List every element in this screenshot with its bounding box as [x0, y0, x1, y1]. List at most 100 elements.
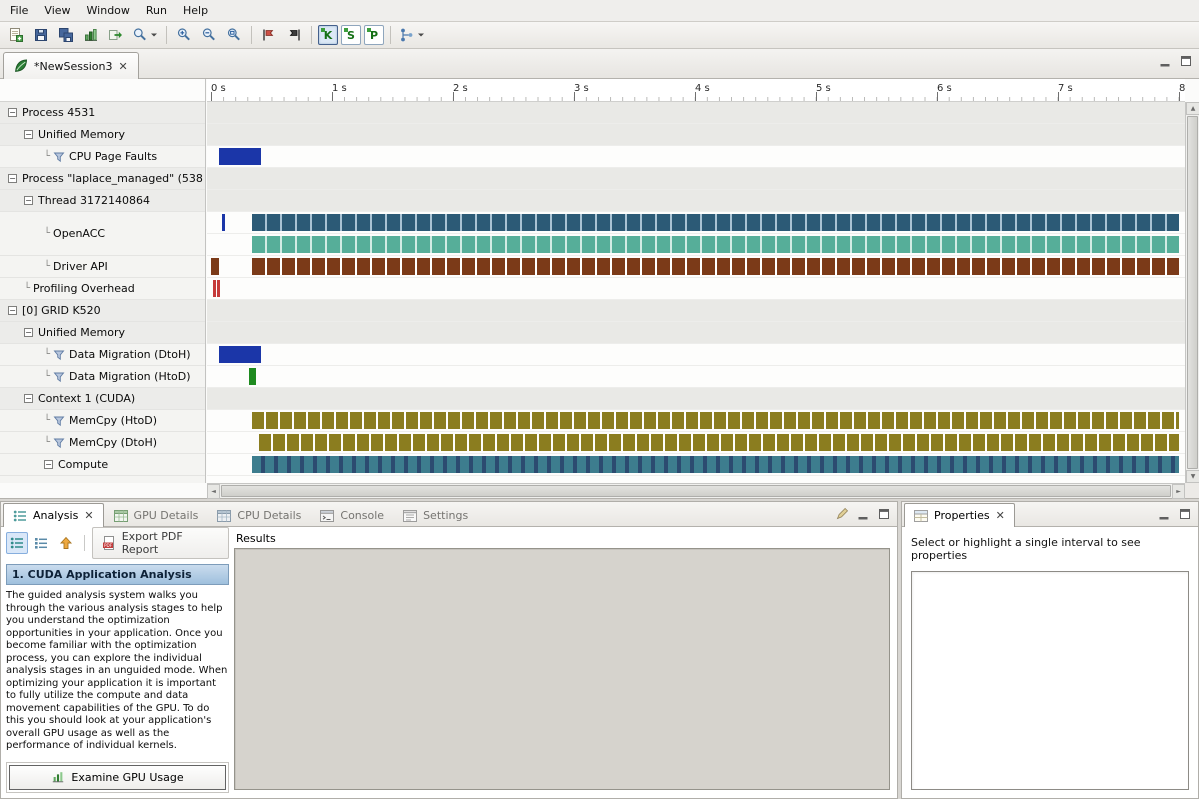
- menu-view[interactable]: View: [36, 1, 78, 20]
- maximize-icon[interactable]: [877, 507, 891, 521]
- row-openacc[interactable]: └OpenACC: [0, 212, 205, 256]
- row-memcpy-dtoh[interactable]: └MemCpy (DtoH): [0, 432, 205, 454]
- maximize-icon[interactable]: [1179, 54, 1193, 68]
- row-unified-memory[interactable]: −Unified Memory: [0, 124, 205, 146]
- row-data-migration-dtoh[interactable]: └Data Migration (DtoH): [0, 344, 205, 366]
- export-profile-icon[interactable]: [104, 23, 128, 47]
- save-all-icon[interactable]: [54, 23, 78, 47]
- timeline-interval[interactable]: [252, 214, 1179, 231]
- timeline-lane[interactable]: [207, 102, 1185, 124]
- row-profiling-overhead[interactable]: └Profiling Overhead: [0, 278, 205, 300]
- timeline-lane[interactable]: [207, 300, 1185, 322]
- zoom-out-icon[interactable]: [197, 23, 221, 47]
- menu-window[interactable]: Window: [79, 1, 138, 20]
- minimize-icon[interactable]: [1157, 507, 1171, 521]
- collapse-toggle-icon[interactable]: −: [24, 328, 33, 337]
- timeline-interval[interactable]: [213, 280, 216, 297]
- collapse-toggle-icon[interactable]: −: [24, 394, 33, 403]
- new-session-icon[interactable]: [4, 23, 28, 47]
- maximize-icon[interactable]: [1178, 507, 1192, 521]
- timeline-interval[interactable]: [222, 214, 225, 231]
- scrollbar-thumb[interactable]: [221, 485, 1171, 497]
- timeline-interval[interactable]: [252, 258, 1179, 275]
- examine-gpu-usage-button[interactable]: Examine GPU Usage: [9, 765, 226, 790]
- timeline-interval[interactable]: [219, 346, 260, 363]
- view-menu-icon[interactable]: [835, 507, 849, 521]
- row-thread-3172140864[interactable]: −Thread 3172140864: [0, 190, 205, 212]
- row-compute[interactable]: −Compute: [0, 454, 205, 476]
- export-pdf-button[interactable]: PDF Export PDF Report: [92, 527, 229, 559]
- vertical-scrollbar[interactable]: ▲ ▼: [1185, 102, 1199, 483]
- zoom-mode-icon[interactable]: [129, 23, 161, 47]
- timeline-lane[interactable]: [207, 256, 1185, 278]
- row-unified-memory[interactable]: −Unified Memory: [0, 322, 205, 344]
- collapse-toggle-icon[interactable]: −: [8, 108, 17, 117]
- close-icon[interactable]: ✕: [995, 510, 1006, 521]
- collapse-toggle-icon[interactable]: −: [8, 174, 17, 183]
- prev-range-icon[interactable]: [257, 23, 281, 47]
- scroll-up-icon[interactable]: ▲: [1186, 102, 1199, 115]
- timeline-lane[interactable]: [207, 234, 1185, 256]
- scroll-down-icon[interactable]: ▼: [1186, 470, 1199, 483]
- close-icon[interactable]: ✕: [83, 510, 94, 521]
- row-data-migration-htod[interactable]: └Data Migration (HtoD): [0, 366, 205, 388]
- close-icon[interactable]: ✕: [117, 61, 128, 72]
- scrollbar-thumb[interactable]: [1187, 116, 1198, 469]
- collapse-toggle-icon[interactable]: −: [24, 196, 33, 205]
- row-process-4531[interactable]: −Process 4531: [0, 102, 205, 124]
- timeline-lane[interactable]: [207, 146, 1185, 168]
- timeline-lane[interactable]: [207, 432, 1185, 454]
- timeline-interval[interactable]: [219, 148, 260, 165]
- timeline-lane[interactable]: [207, 322, 1185, 344]
- tab-gpu-details[interactable]: GPU Details: [104, 504, 208, 526]
- tab-analysis[interactable]: Analysis✕: [3, 503, 104, 527]
- collapse-toggle-icon[interactable]: −: [24, 130, 33, 139]
- tab-console[interactable]: Console: [310, 504, 393, 526]
- tab-cpu-details[interactable]: CPU Details: [207, 504, 310, 526]
- timeline-lane[interactable]: [207, 168, 1185, 190]
- stream-toggle[interactable]: S: [341, 25, 361, 45]
- time-ruler[interactable]: 0 s1 s2 s3 s4 s5 s6 s7 s8 s: [207, 79, 1185, 102]
- tab-properties[interactable]: Properties✕: [904, 503, 1015, 527]
- timeline-interval[interactable]: [217, 280, 220, 297]
- horizontal-scrollbar[interactable]: ◄ ►: [207, 483, 1185, 498]
- timeline-lane[interactable]: [207, 366, 1185, 388]
- timeline-lane[interactable]: [207, 212, 1185, 234]
- collapse-all-icon[interactable]: [55, 532, 77, 554]
- zoom-in-icon[interactable]: [172, 23, 196, 47]
- timeline-lane[interactable]: [207, 344, 1185, 366]
- timeline-interval[interactable]: [211, 258, 219, 275]
- kernel-toggle[interactable]: K: [318, 25, 338, 45]
- row-cpu-page-faults[interactable]: └CPU Page Faults: [0, 146, 205, 168]
- timeline-lane[interactable]: [207, 278, 1185, 300]
- collapse-toggle-icon[interactable]: −: [44, 460, 53, 469]
- tab-session[interactable]: *NewSession3 ✕: [3, 52, 139, 79]
- timeline-canvas[interactable]: 0 s1 s2 s3 s4 s5 s6 s7 s8 s: [207, 79, 1185, 483]
- menu-help[interactable]: Help: [175, 1, 216, 20]
- timeline-lane[interactable]: [207, 388, 1185, 410]
- timeline-interval[interactable]: [249, 368, 256, 385]
- timeline-interval[interactable]: [252, 236, 1179, 253]
- timeline-lane[interactable]: [207, 410, 1185, 432]
- timeline-lane[interactable]: [207, 454, 1185, 476]
- collapse-toggle-icon[interactable]: −: [8, 306, 17, 315]
- timeline-interval[interactable]: [259, 434, 1179, 451]
- timeline-lane[interactable]: [207, 190, 1185, 212]
- unguided-analysis-icon[interactable]: [31, 532, 53, 554]
- row-driver-api[interactable]: └Driver API: [0, 256, 205, 278]
- scroll-left-icon[interactable]: ◄: [207, 484, 220, 499]
- scroll-right-icon[interactable]: ►: [1172, 484, 1185, 499]
- timeline-lane[interactable]: [207, 124, 1185, 146]
- menu-run[interactable]: Run: [138, 1, 175, 20]
- timeline-interval[interactable]: [252, 412, 1179, 429]
- row-memcpy-htod[interactable]: └MemCpy (HtoD): [0, 410, 205, 432]
- run-analysis-icon[interactable]: [396, 23, 428, 47]
- minimize-icon[interactable]: [1158, 54, 1172, 68]
- row-context-1-cuda[interactable]: −Context 1 (CUDA): [0, 388, 205, 410]
- menu-file[interactable]: File: [2, 1, 36, 20]
- zoom-fit-icon[interactable]: [222, 23, 246, 47]
- save-session-icon[interactable]: [29, 23, 53, 47]
- next-range-icon[interactable]: [282, 23, 306, 47]
- process-toggle[interactable]: P: [364, 25, 384, 45]
- timeline-interval[interactable]: [252, 456, 1179, 473]
